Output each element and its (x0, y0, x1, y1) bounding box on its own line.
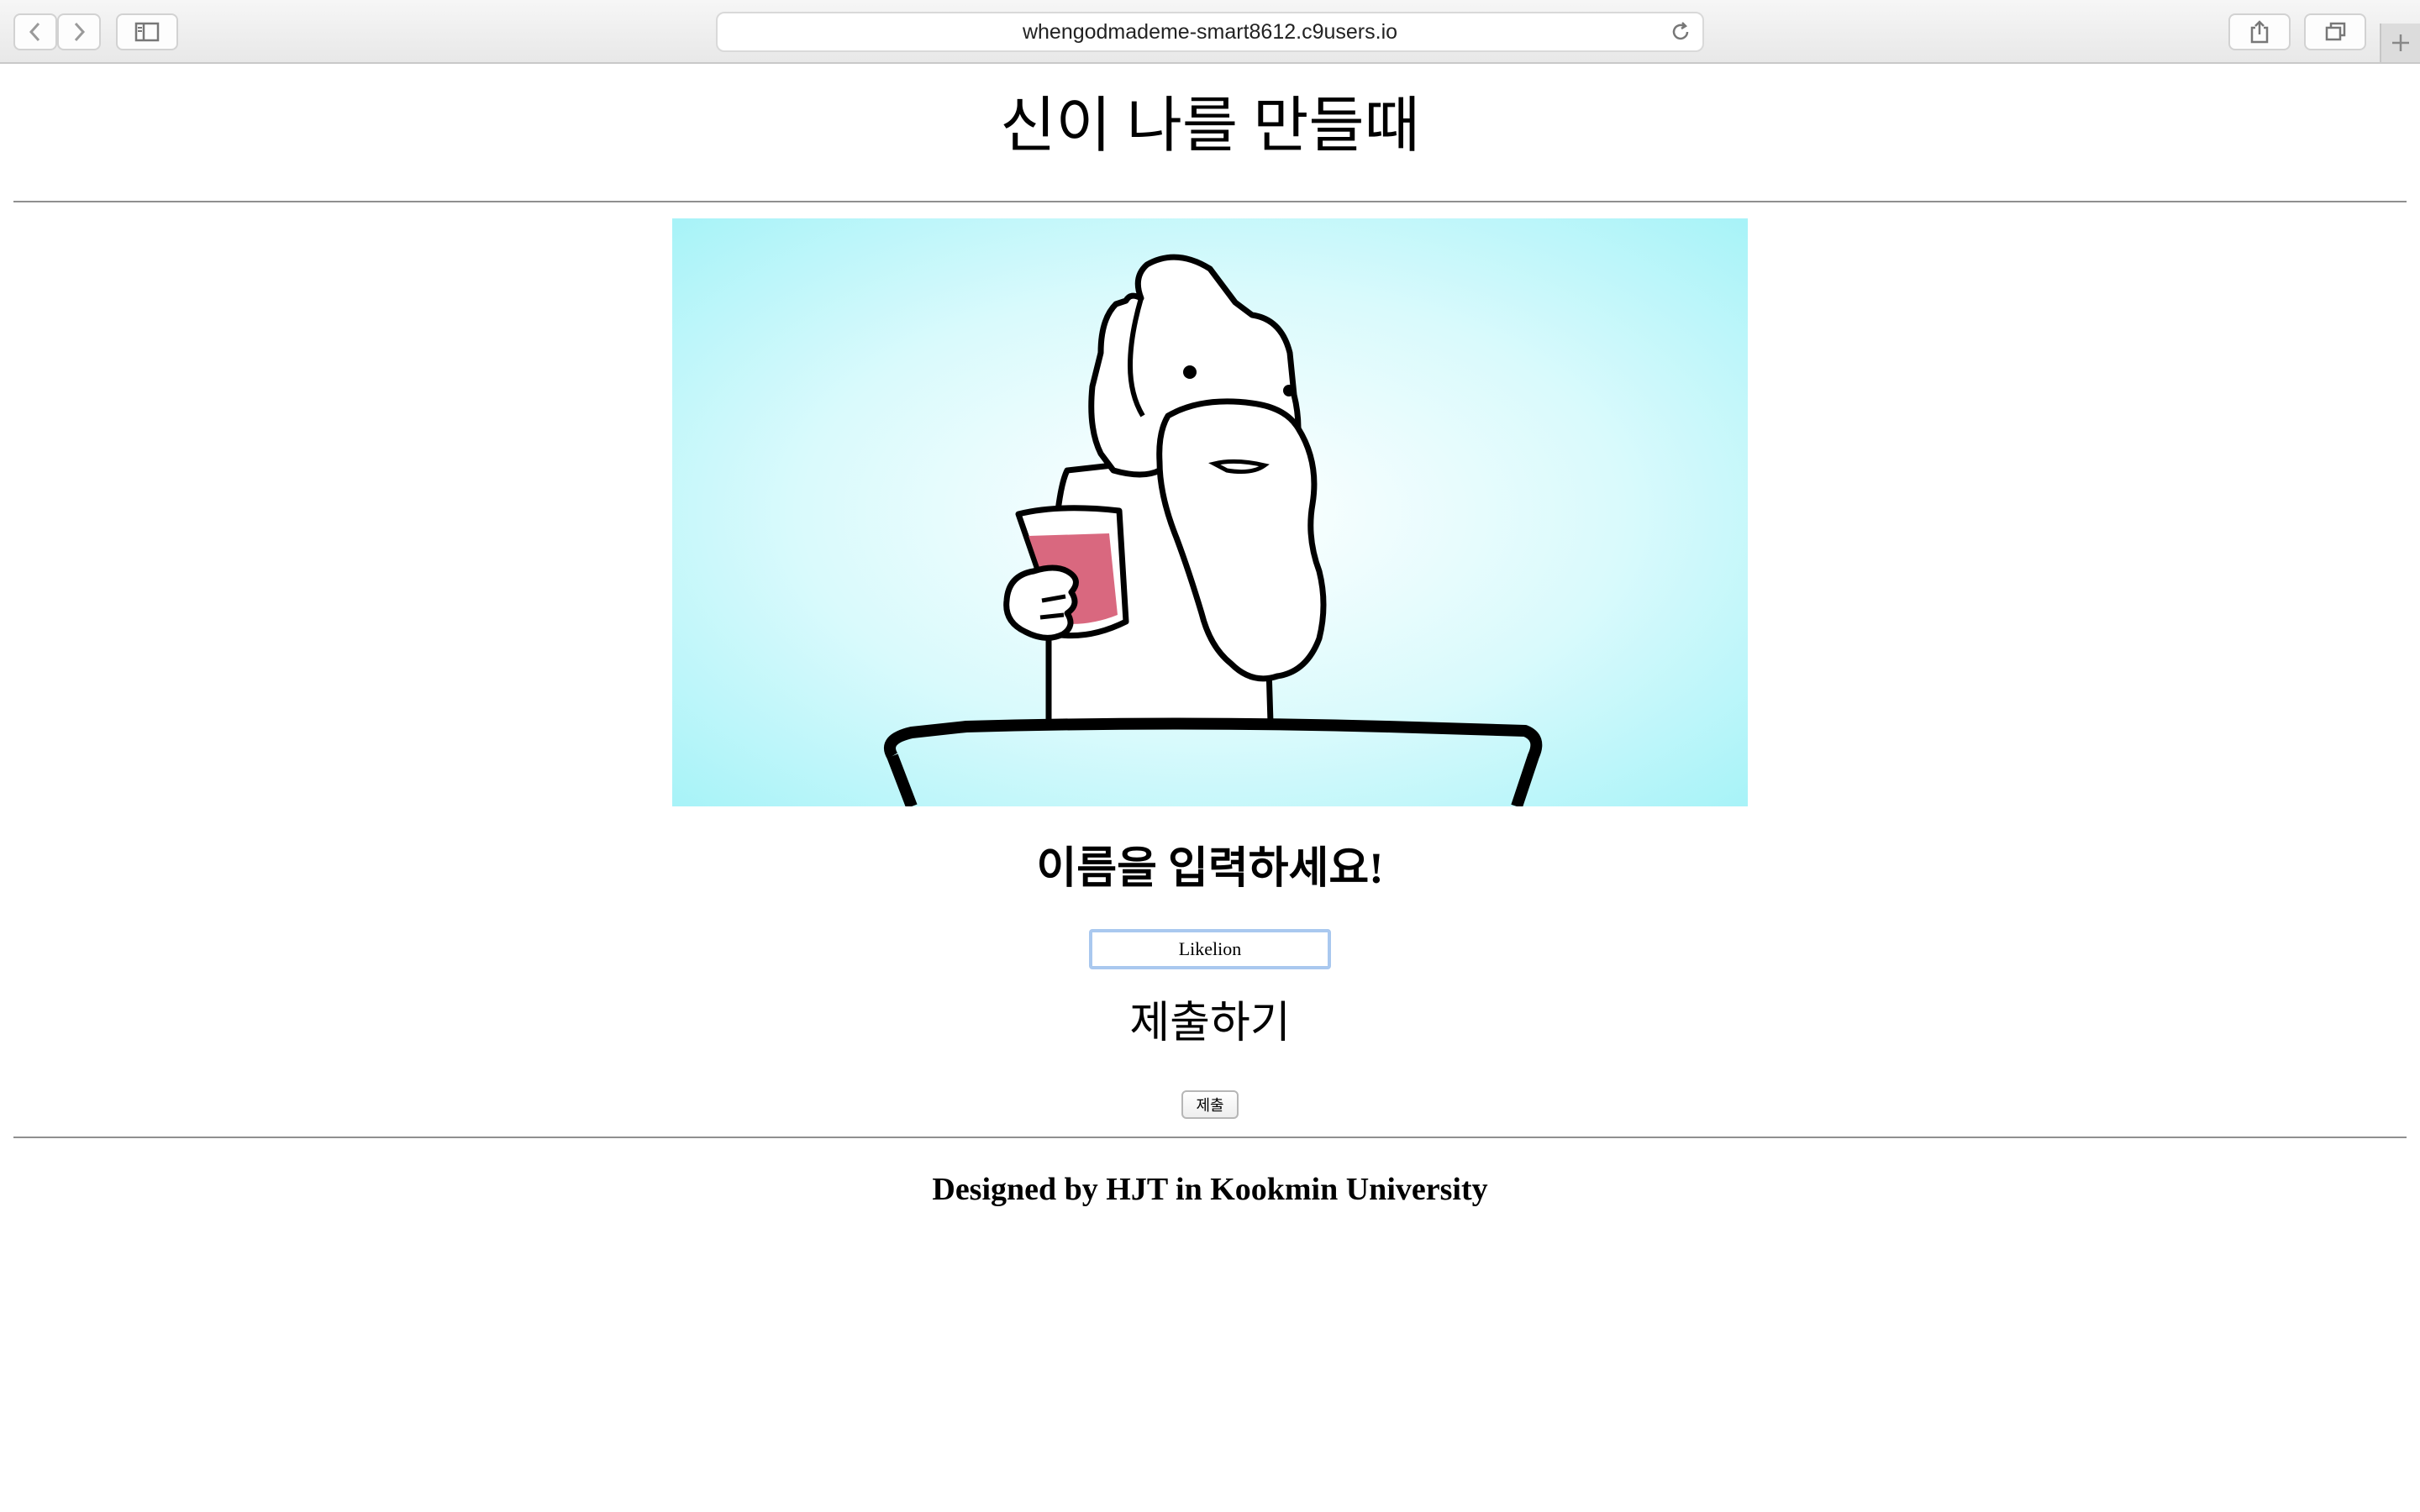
bottom-divider (13, 1137, 2407, 1138)
chevron-left-icon (29, 22, 40, 42)
share-icon (2250, 20, 2269, 44)
submit-heading: 제출하기 (1129, 1000, 1291, 1047)
footer-credit: Designed by HJT in Kookmin University (932, 1172, 1488, 1207)
new-tab-button[interactable] (2380, 24, 2420, 62)
address-bar[interactable]: whengodmademe-smart8612.c9users.io (716, 12, 1704, 52)
plus-icon (2392, 34, 2409, 51)
address-text: whengodmademe-smart8612.c9users.io (1022, 19, 1398, 44)
god-illustration (672, 218, 1748, 806)
name-input[interactable] (1089, 929, 1331, 969)
tabs-button[interactable] (2304, 13, 2366, 50)
forward-button[interactable] (57, 13, 101, 50)
sidebar-icon (134, 22, 160, 42)
name-prompt-heading: 이름을 입력하세요! (1036, 845, 1384, 893)
page-title: 신이 나를 만들때 (1000, 92, 1420, 160)
reload-icon[interactable] (1669, 20, 1692, 44)
submit-button[interactable]: 제출 (1181, 1090, 1239, 1119)
chevron-right-icon (74, 22, 86, 42)
browser-toolbar: whengodmademe-smart8612.c9users.io (0, 0, 2420, 64)
share-button[interactable] (2228, 13, 2291, 50)
tabs-overview-icon (2325, 22, 2346, 41)
sidebar-button[interactable] (116, 13, 178, 50)
top-divider (13, 201, 2407, 202)
hero-image (672, 218, 1748, 806)
back-button[interactable] (13, 13, 57, 50)
